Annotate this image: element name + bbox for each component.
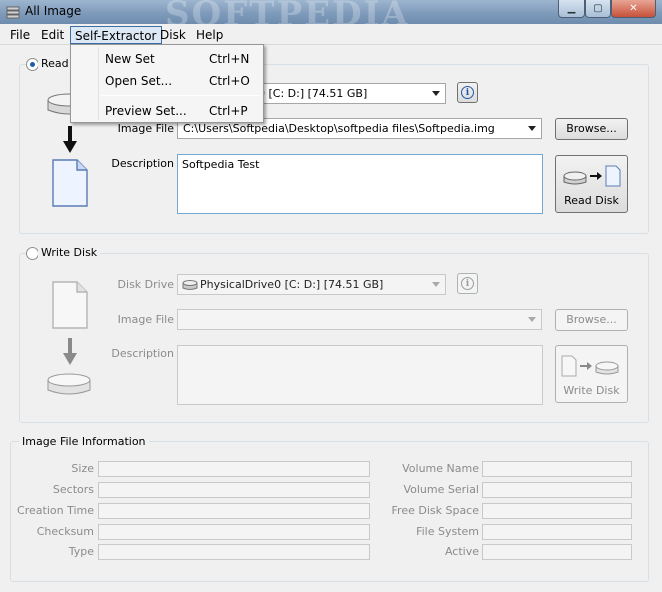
info-type-label: Type bbox=[68, 545, 94, 558]
chevron-down-icon bbox=[528, 317, 536, 322]
info-active-field bbox=[482, 544, 632, 560]
app-window: All Image SOFTPEDIA ▁ ▢ ✕ File Edit Self… bbox=[0, 0, 662, 592]
write-description-input[interactable] bbox=[177, 345, 543, 405]
app-icon bbox=[6, 6, 20, 19]
menu-item-open-set[interactable]: Open Set... Ctrl+O bbox=[73, 71, 261, 91]
read-image-file-label: Image File bbox=[117, 122, 174, 135]
image-file-icon bbox=[52, 281, 88, 329]
info-volume-name-field bbox=[482, 461, 632, 477]
chevron-down-icon bbox=[432, 282, 440, 287]
info-free-disk-space-label: Free Disk Space bbox=[391, 504, 479, 517]
info-volume-name-label: Volume Name bbox=[402, 462, 479, 475]
read-disk-drive-value: 0 [C: D:] [74.51 GB] bbox=[258, 87, 368, 100]
menu-item-label: New Set bbox=[105, 52, 155, 66]
image-file-icon bbox=[52, 159, 88, 207]
minimize-button[interactable]: ▁ bbox=[558, 0, 585, 18]
maximize-button[interactable]: ▢ bbox=[585, 0, 611, 18]
menu-file[interactable]: File bbox=[6, 26, 34, 44]
info-free-disk-space-field bbox=[482, 503, 632, 519]
info-size-field bbox=[98, 461, 370, 477]
write-image-file-label: Image File bbox=[117, 313, 174, 326]
menu-item-label: Preview Set... bbox=[105, 104, 187, 118]
menu-edit[interactable]: Edit bbox=[37, 26, 68, 44]
menu-item-shortcut: Ctrl+N bbox=[209, 52, 250, 66]
close-button[interactable]: ✕ bbox=[611, 0, 656, 18]
menu-item-label: Open Set... bbox=[105, 74, 173, 88]
info-volume-serial-label: Volume Serial bbox=[403, 483, 479, 496]
read-description-input[interactable]: Softpedia Test bbox=[177, 154, 543, 214]
write-disk-drive-select[interactable]: PhysicalDrive0 [C: D:] [74.51 GB] bbox=[177, 274, 446, 295]
menu-item-shortcut: Ctrl+P bbox=[209, 104, 248, 118]
write-disk-drive-value: PhysicalDrive0 [C: D:] [74.51 GB] bbox=[200, 278, 384, 291]
arrow-down-icon bbox=[63, 126, 77, 153]
chevron-down-icon bbox=[528, 126, 536, 131]
write-info-button[interactable]: i bbox=[457, 273, 478, 294]
write-description-label: Description bbox=[111, 347, 174, 360]
maximize-icon: ▢ bbox=[593, 3, 603, 14]
info-creation-time-field bbox=[98, 503, 370, 519]
write-image-file-input[interactable] bbox=[177, 309, 542, 330]
info-file-system-field bbox=[482, 524, 632, 540]
info-creation-time-label: Creation Time bbox=[17, 504, 94, 517]
info-icon: i bbox=[461, 86, 474, 99]
read-browse-button[interactable]: Browse... bbox=[555, 118, 628, 140]
chevron-down-icon bbox=[432, 91, 440, 96]
read-disk-button-label: Read Disk bbox=[564, 194, 619, 207]
info-size-label: Size bbox=[71, 462, 94, 475]
info-sectors-field bbox=[98, 482, 370, 498]
menu-item-new-set[interactable]: New Set Ctrl+N bbox=[73, 49, 261, 69]
info-type-field bbox=[98, 544, 370, 560]
menu-bar: File Edit Self-Extractor Disk Help bbox=[0, 24, 662, 45]
arrow-down-icon bbox=[63, 338, 77, 365]
read-description-label: Description bbox=[111, 157, 174, 170]
menu-item-shortcut: Ctrl+O bbox=[209, 74, 250, 88]
write-disk-button[interactable]: Write Disk bbox=[555, 345, 628, 403]
window-title: All Image bbox=[25, 4, 82, 18]
write-browse-button[interactable]: Browse... bbox=[555, 309, 628, 331]
hard-disk-icon bbox=[47, 373, 91, 395]
info-active-label: Active bbox=[444, 545, 479, 558]
menu-item-preview-set[interactable]: Preview Set... Ctrl+P bbox=[73, 101, 261, 121]
drive-icon bbox=[182, 280, 198, 290]
read-disk-button[interactable]: Read Disk bbox=[555, 155, 628, 213]
title-bar[interactable]: All Image SOFTPEDIA ▁ ▢ ✕ bbox=[0, 0, 662, 34]
disk-to-file-icon bbox=[563, 165, 621, 187]
close-icon: ✕ bbox=[629, 3, 638, 14]
minimize-icon: ▁ bbox=[567, 3, 576, 14]
menu-disk[interactable]: Disk bbox=[156, 26, 190, 44]
write-disk-drive-label: Disk Drive bbox=[117, 278, 174, 291]
info-icon: i bbox=[461, 277, 474, 290]
write-disk-button-label: Write Disk bbox=[563, 384, 620, 397]
image-info-title: Image File Information bbox=[19, 435, 149, 448]
read-group-title: Read bbox=[38, 57, 72, 70]
menu-help[interactable]: Help bbox=[192, 26, 227, 44]
info-volume-serial-field bbox=[482, 482, 632, 498]
file-to-disk-icon bbox=[561, 355, 619, 377]
menu-separator bbox=[101, 95, 260, 96]
write-group-title: Write Disk bbox=[38, 246, 101, 259]
info-checksum-field bbox=[98, 524, 370, 540]
info-checksum-label: Checksum bbox=[36, 525, 94, 538]
menu-self-extractor[interactable]: Self-Extractor bbox=[70, 26, 162, 44]
read-description-value: Softpedia Test bbox=[182, 158, 260, 171]
read-image-file-value: C:\Users\Softpedia\Desktop\softpedia fil… bbox=[183, 122, 495, 135]
self-extractor-menu: New Set Ctrl+N Open Set... Ctrl+O Previe… bbox=[70, 44, 264, 123]
info-sectors-label: Sectors bbox=[52, 483, 94, 496]
read-info-button[interactable]: i bbox=[457, 82, 478, 103]
info-file-system-label: File System bbox=[416, 525, 479, 538]
